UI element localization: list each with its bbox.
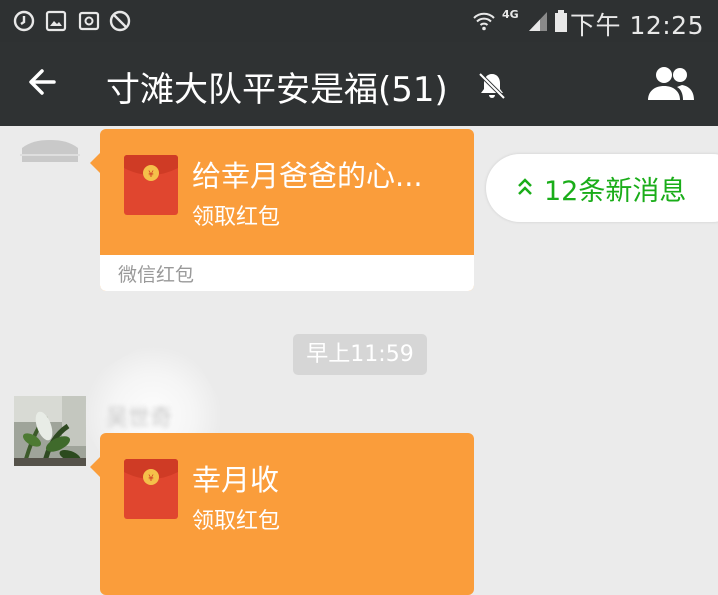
svg-text:¥: ¥ xyxy=(148,474,154,484)
network-type: 4G xyxy=(502,8,519,21)
default-avatar-icon xyxy=(20,126,80,162)
arrow-left-icon[interactable] xyxy=(24,64,60,100)
red-packet-footer-label: 微信红包 xyxy=(118,264,195,286)
sync-icon xyxy=(13,10,35,32)
red-packet-title: 给幸月爸爸的心... xyxy=(192,159,423,193)
status-bar: 4G 下午 12:25 xyxy=(0,0,718,42)
chat-header: 寸滩大队平安是福(51) xyxy=(0,42,718,126)
chat-title: 寸滩大队平安是福(51) xyxy=(106,70,448,110)
bubble-tail xyxy=(90,457,100,477)
signal-icon xyxy=(529,12,547,31)
wifi-icon xyxy=(473,12,495,31)
group-members-icon[interactable] xyxy=(646,64,696,104)
red-envelope-icon: ¥ xyxy=(124,459,178,519)
bell-muted-icon xyxy=(478,72,506,100)
double-chevron-up-icon xyxy=(518,178,532,195)
cast-icon xyxy=(78,11,100,31)
red-packet-action: 领取红包 xyxy=(192,205,281,230)
red-packet-title: 幸月收 xyxy=(192,463,280,497)
status-time: 下午 12:25 xyxy=(570,11,704,40)
new-messages-label: 12条新消息 xyxy=(544,176,687,207)
avatar[interactable] xyxy=(20,126,80,162)
message-timestamp: 早上11:59 xyxy=(293,334,427,375)
svg-text:¥: ¥ xyxy=(148,170,154,180)
battery-icon xyxy=(555,10,567,32)
no-alarm-icon xyxy=(109,10,131,32)
sender-name: 吴世奇 xyxy=(106,406,173,431)
new-messages-button[interactable]: 12条新消息 xyxy=(486,154,718,222)
red-packet-message[interactable]: ¥ 给幸月爸爸的心... 领取红包 微信红包 xyxy=(90,129,474,291)
red-packet-action: 领取红包 xyxy=(192,509,281,534)
red-packet-message[interactable]: ¥ 幸月收 领取红包 xyxy=(90,433,474,595)
red-envelope-icon: ¥ xyxy=(124,155,178,215)
bubble-tail xyxy=(90,153,100,173)
image-icon xyxy=(45,10,67,32)
red-packet-footer: 微信红包 xyxy=(100,255,474,291)
